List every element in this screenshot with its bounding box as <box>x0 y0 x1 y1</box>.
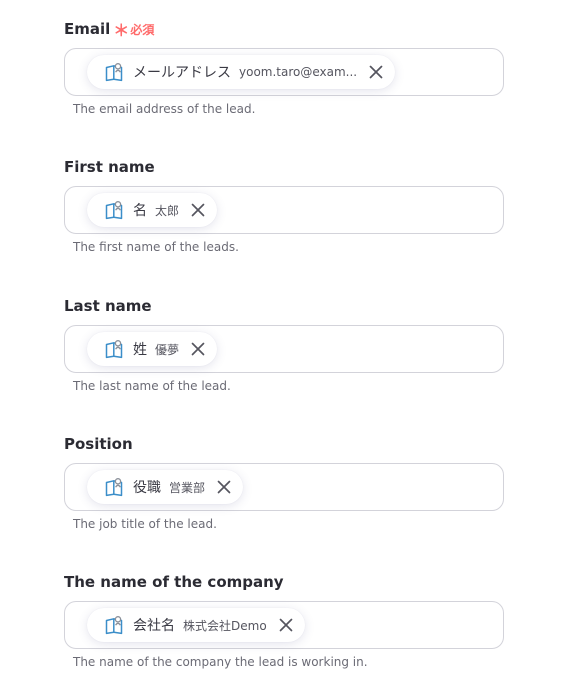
close-icon[interactable] <box>189 340 207 358</box>
field-label-text: The name of the company <box>64 573 284 591</box>
variable-chip[interactable]: 役職 営業部 <box>87 470 244 504</box>
company-name-input-box[interactable]: 会社名 株式会社Demo <box>64 601 504 649</box>
chip-value: 優夢 <box>155 342 180 357</box>
chip-value: yoom.taro@exam... <box>239 65 358 79</box>
chip-value: 太郎 <box>155 203 180 218</box>
help-text: The email address of the lead. <box>73 102 256 116</box>
field-label: Last name <box>64 297 152 315</box>
close-icon[interactable] <box>215 478 233 496</box>
field-label: The name of the company <box>64 573 284 591</box>
close-icon[interactable] <box>189 201 207 219</box>
field-label: Position <box>64 435 133 453</box>
chip-name: 役職 <box>133 480 161 496</box>
field-label-text: Last name <box>64 297 152 315</box>
book-person-icon <box>104 200 124 220</box>
help-text: The name of the company the lead is work… <box>73 655 368 669</box>
chip-name: 会社名 <box>133 618 175 634</box>
help-text: The job title of the lead. <box>73 517 217 531</box>
field-label-text: Position <box>64 435 133 453</box>
close-icon[interactable] <box>367 63 385 81</box>
chip-name: 名 <box>133 203 147 219</box>
chip-value: 株式会社Demo <box>183 618 267 633</box>
first-name-input-box[interactable]: 名 太郎 <box>64 186 504 234</box>
field-label: First name <box>64 158 155 176</box>
book-person-icon <box>104 339 124 359</box>
field-label-text: Email <box>64 20 111 38</box>
book-person-icon <box>104 62 124 82</box>
field-label: Email ＊必須 <box>64 20 155 40</box>
help-text: The first name of the leads. <box>73 240 239 254</box>
book-person-icon <box>104 477 124 497</box>
last-name-input-box[interactable]: 姓 優夢 <box>64 325 504 373</box>
email-input-box[interactable]: メールアドレス yoom.taro@exam... <box>64 48 504 96</box>
required-asterisk: ＊ <box>113 21 130 40</box>
required-text: 必須 <box>130 23 155 37</box>
chip-name: 姓 <box>133 342 147 358</box>
help-text: The last name of the lead. <box>73 379 231 393</box>
variable-chip[interactable]: 姓 優夢 <box>87 332 218 366</box>
book-person-icon <box>104 615 124 635</box>
position-input-box[interactable]: 役職 営業部 <box>64 463 504 511</box>
field-label-text: First name <box>64 158 155 176</box>
chip-name: メールアドレス <box>133 65 231 81</box>
chip-value: 営業部 <box>169 480 206 495</box>
variable-chip[interactable]: 名 太郎 <box>87 193 218 227</box>
variable-chip[interactable]: 会社名 株式会社Demo <box>87 608 305 642</box>
close-icon[interactable] <box>277 616 295 634</box>
variable-chip[interactable]: メールアドレス yoom.taro@exam... <box>87 55 396 89</box>
